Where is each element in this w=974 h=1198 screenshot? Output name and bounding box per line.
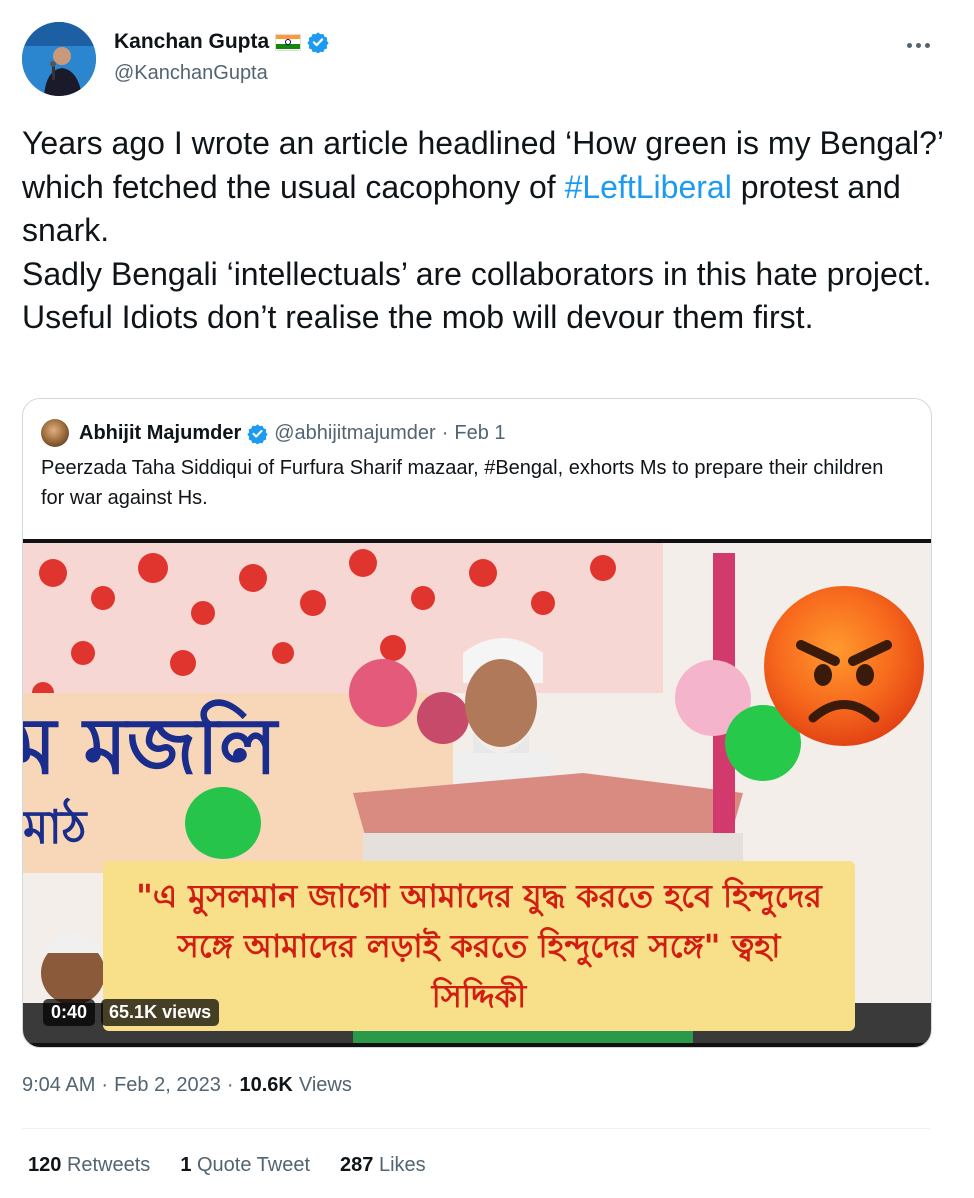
tweet-time[interactable]: 9:04 AM [22,1074,95,1097]
video-thumbnail: ম মজলি মাঠ "এ মুসলমান জাগো আমাদের যুদ্ধ … [23,543,931,1043]
tweet-text-part3: Sadly Bengali ‘intellectuals’ are collab… [22,255,932,336]
letterbox-bar [23,1043,931,1047]
more-dot-icon [915,42,921,48]
banner-subtext: মাঠ [23,797,88,854]
author-name-row[interactable]: Kanchan Gupta [114,30,329,54]
quoted-tweet-text: Peerzada Taha Siddiqui of Furfura Sharif… [41,457,884,509]
views-count[interactable]: 10.6K [239,1074,292,1097]
more-dot-icon [924,42,930,48]
retweets-count: 120 [28,1154,62,1176]
more-dot-icon [906,42,912,48]
tweet-meta: 9:04 AM · Feb 2, 2023 · 10.6K Views [22,1074,352,1097]
author-handle[interactable]: @KanchanGupta [114,62,268,85]
author-avatar[interactable] [22,22,96,96]
video-duration: 0:40 [43,999,96,1026]
quoted-author-name[interactable]: Abhijit Majumder [79,422,241,445]
verified-badge-icon[interactable] [307,31,329,53]
likes-stat[interactable]: 287 Likes [340,1154,426,1177]
tweet: Kanchan Gupta @KanchanGupta Years ago I … [0,0,974,1198]
retweets-label: Retweets [66,1154,151,1176]
likes-label: Likes [378,1154,426,1176]
quoted-tweet-card[interactable]: Abhijit Majumder @abhijitmajumder · Feb … [22,398,932,1048]
tweet-text: Years ago I wrote an article headlined ‘… [22,122,952,340]
verified-badge-icon [247,423,268,444]
divider [22,1128,930,1129]
more-options-button[interactable] [898,30,938,60]
avatar-image [22,22,96,96]
banner-text: ম মজলি [23,699,280,792]
quoted-author-avatar[interactable] [41,419,69,447]
quote-tweets-count: 1 [180,1154,192,1176]
likes-count: 287 [340,1154,374,1176]
quoted-tweet-date[interactable]: Feb 1 [454,422,505,445]
separator-dot: · [101,1074,109,1096]
engagement-stats: 120 Retweets 1 Quote Tweet 287 Likes [28,1154,426,1177]
video-badges: 0:40 65.1K views [43,999,220,1026]
views-label[interactable]: Views [299,1074,352,1097]
quoted-tweet-header: Abhijit Majumder @abhijitmajumder · Feb … [79,419,506,447]
quoted-author-handle[interactable]: @abhijitmajumder [274,422,435,445]
hashtag-link[interactable]: #LeftLiberal [565,169,732,205]
quote-tweets-stat[interactable]: 1 Quote Tweet [180,1154,310,1177]
quote-tweets-label: Quote Tweet [197,1154,311,1176]
separator-dot: · [441,421,449,444]
retweets-stat[interactable]: 120 Retweets [28,1154,150,1177]
video-views: 65.1K views [101,999,220,1026]
video-player[interactable]: ম মজলি মাঠ "এ মুসলমান জাগো আমাদের যুদ্ধ … [23,539,931,1047]
india-flag-icon [275,33,302,51]
tweet-date[interactable]: Feb 2, 2023 [114,1074,221,1097]
angry-face-icon [764,586,924,746]
separator-dot: · [226,1074,234,1096]
author-name[interactable]: Kanchan Gupta [114,30,269,54]
